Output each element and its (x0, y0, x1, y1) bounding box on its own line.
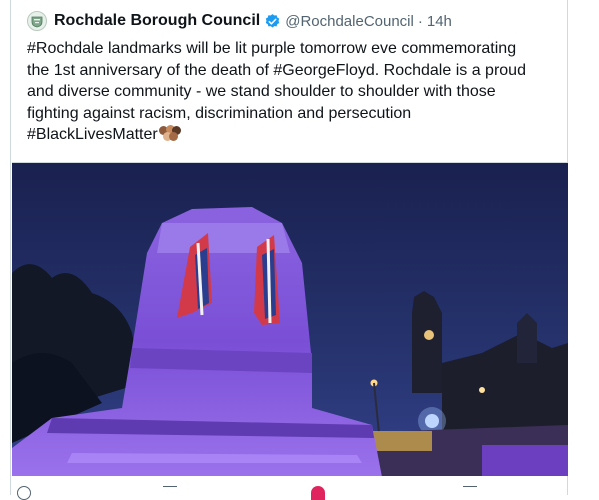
tweet-text-line: fighting against racism, discrimination … (27, 104, 412, 122)
separator-dot: · (417, 12, 423, 30)
tweet-timestamp[interactable]: 14h (427, 13, 452, 30)
retweet-icon[interactable] (163, 486, 177, 500)
tweet-text-line: the 1st anniversary of the death of #Geo… (27, 61, 526, 79)
tweet-actions-bar (11, 486, 569, 500)
hashtag-blacklivesmatter[interactable]: #BlackLivesMatter (27, 126, 158, 143)
tweet-text: #Rochdale landmarks will be lit purple t… (27, 38, 557, 146)
user-handle[interactable]: @RochdaleCouncil (285, 13, 414, 30)
tweet-card[interactable]: Rochdale Borough Council @RochdaleCounci… (10, 0, 568, 500)
share-icon[interactable] (463, 486, 477, 500)
tweet-photo[interactable] (12, 162, 568, 476)
tweet-text-line: and diverse community - we stand shoulde… (27, 83, 496, 100)
tweet-text-line: #Rochdale landmarks will be lit purple t… (27, 40, 517, 57)
tweet-text-last-line: #BlackLivesMatter (27, 124, 557, 146)
verified-badge-icon (265, 13, 280, 28)
reply-icon[interactable] (17, 486, 31, 500)
raised-fist-emoji-icon (158, 125, 181, 141)
tweet-header: Rochdale Borough Council @RochdaleCounci… (27, 9, 452, 33)
display-name[interactable]: Rochdale Borough Council (54, 12, 260, 30)
like-icon[interactable] (311, 486, 325, 500)
council-crest-avatar[interactable] (27, 11, 47, 31)
